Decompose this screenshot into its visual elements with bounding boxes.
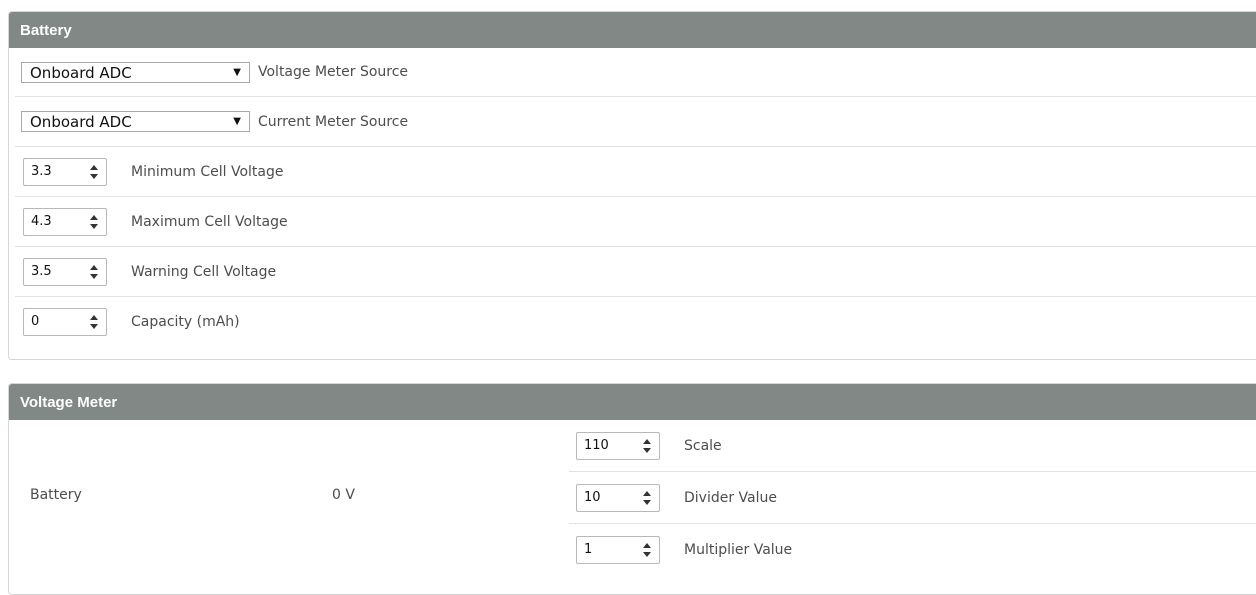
voltage-meter-body: Battery 0 V 110 Scale 10 Divider Value 1 (9, 420, 1256, 594)
max-cell-voltage-label: Maximum Cell Voltage (131, 213, 288, 230)
battery-panel: Battery Onboard ADC ▼ Voltage Meter Sour… (8, 11, 1256, 360)
warning-cell-voltage-value: 3.5 (31, 263, 52, 279)
capacity-input[interactable]: 0 (23, 307, 107, 336)
current-meter-source-select[interactable]: Onboard ADC ▼ (21, 111, 250, 132)
scale-input[interactable]: 110 (576, 431, 660, 460)
multiplier-row: 1 Multiplier Value (569, 524, 1256, 575)
max-cell-voltage-input[interactable]: 4.3 (23, 207, 107, 236)
spinner-arrows-icon[interactable] (642, 490, 652, 506)
min-cell-voltage-input[interactable]: 3.3 (23, 157, 107, 186)
scale-label: Scale (684, 437, 722, 454)
multiplier-value: 1 (584, 541, 593, 557)
multiplier-input[interactable]: 1 (576, 535, 660, 564)
divider-label: Divider Value (684, 489, 777, 506)
dropdown-arrow-icon: ▼ (233, 116, 241, 127)
warning-cell-voltage-label: Warning Cell Voltage (131, 263, 277, 280)
max-cell-voltage-row: 4.3 Maximum Cell Voltage (15, 197, 1256, 247)
spinner-arrows-icon[interactable] (642, 542, 652, 558)
voltage-meter-source-select[interactable]: Onboard ADC ▼ (21, 61, 250, 83)
divider-input[interactable]: 10 (576, 483, 660, 512)
voltage-meter-settings: 110 Scale 10 Divider Value 1 Multiplier … (569, 420, 1256, 575)
current-meter-source-label: Current Meter Source (258, 113, 409, 130)
max-cell-voltage-value: 4.3 (31, 213, 52, 229)
capacity-label: Capacity (mAh) (131, 313, 240, 330)
meter-reading: 0 V (332, 487, 355, 503)
current-meter-source-value: Onboard ADC (30, 113, 132, 131)
spinner-arrows-icon[interactable] (89, 264, 99, 280)
meter-name: Battery (30, 487, 82, 503)
battery-panel-title: Battery (9, 12, 1256, 48)
warning-cell-voltage-row: 3.5 Warning Cell Voltage (15, 247, 1256, 297)
voltage-meter-source-row: Onboard ADC ▼ Voltage Meter Source (15, 48, 1256, 97)
spinner-arrows-icon[interactable] (89, 314, 99, 330)
divider-row: 10 Divider Value (569, 472, 1256, 524)
voltage-meter-source-value: Onboard ADC (30, 63, 132, 82)
scale-row: 110 Scale (569, 420, 1256, 472)
min-cell-voltage-label: Minimum Cell Voltage (131, 163, 284, 180)
spinner-arrows-icon[interactable] (642, 438, 652, 454)
min-cell-voltage-row: 3.3 Minimum Cell Voltage (15, 147, 1256, 197)
dropdown-arrow-icon: ▼ (233, 66, 241, 78)
divider-value: 10 (584, 489, 601, 505)
spinner-arrows-icon[interactable] (89, 214, 99, 230)
warning-cell-voltage-input[interactable]: 3.5 (23, 257, 107, 286)
scale-value: 110 (584, 437, 609, 453)
current-meter-source-row: Onboard ADC ▼ Current Meter Source (15, 97, 1256, 147)
voltage-meter-source-label: Voltage Meter Source (258, 64, 409, 80)
voltage-meter-panel-title: Voltage Meter (9, 384, 1256, 420)
multiplier-label: Multiplier Value (684, 541, 793, 558)
min-cell-voltage-value: 3.3 (31, 163, 52, 179)
spinner-arrows-icon[interactable] (89, 164, 99, 180)
voltage-meter-panel: Voltage Meter Battery 0 V 110 Scale 10 D… (8, 383, 1256, 595)
capacity-row: 0 Capacity (mAh) (15, 297, 1256, 346)
capacity-value: 0 (31, 313, 40, 329)
